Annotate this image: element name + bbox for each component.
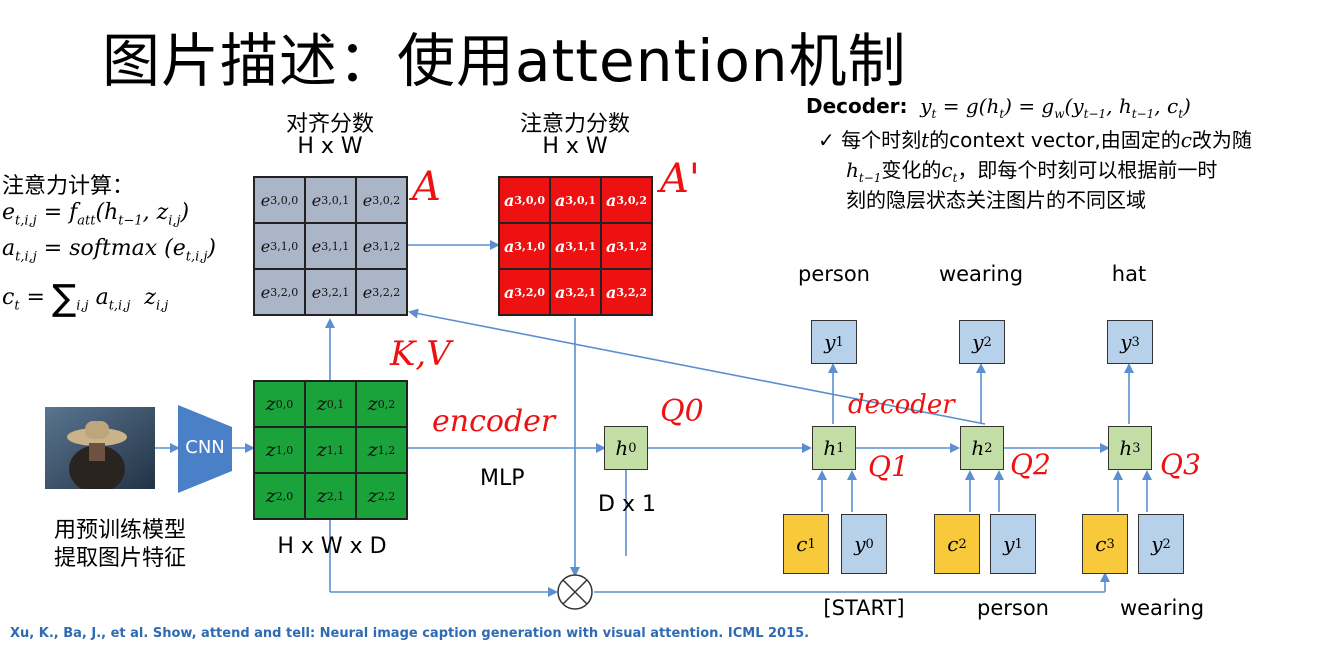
- output-word-3: hat: [1111, 262, 1147, 286]
- hidden-state-h0: h0: [604, 426, 648, 470]
- formula-softmax: at,i,j = softmax (et,i,j): [2, 236, 217, 265]
- grid-cell: a 3,1,0: [499, 223, 550, 269]
- h0-dims: D x 1: [598, 492, 656, 517]
- hidden-state-h2: h2: [960, 426, 1004, 470]
- cnn-label: CNN: [185, 437, 225, 458]
- context-c3: c3: [1082, 514, 1128, 574]
- annotation-q1: Q1: [868, 450, 909, 483]
- output-word-1: person: [798, 262, 870, 286]
- annotation-a-prime: A': [660, 156, 700, 202]
- output-y3: y3: [1107, 320, 1153, 364]
- grid-cell: a 3,0,0: [499, 177, 550, 223]
- decoder-note-line2: ht−1变化的ct，即每个时刻可以根据前一时: [846, 158, 1218, 185]
- formula-alignment: et,i,j = fatt(ht−1, zi,j): [2, 200, 190, 229]
- annotation-q2: Q2: [1010, 448, 1051, 481]
- grid-cell: z 2,2: [356, 473, 407, 519]
- grid-cell: e 3,0,1: [305, 177, 356, 223]
- feature-grid: z 0,0 z 0,1 z 0,2 z 1,0 z 1,1 z 1,2 z 2,0 z 2,1 …: [253, 380, 408, 520]
- alignment-score-grid: e 3,0,0 e 3,0,1 e 3,0,2 e 3,1,0 e 3,1,1 e 3,1,…: [253, 176, 408, 316]
- grid-cell: z 1,0: [254, 427, 305, 473]
- feature-dims: H x W x D: [277, 534, 387, 559]
- context-c1: c1: [783, 514, 829, 574]
- grid-cell: e 3,2,0: [254, 269, 305, 315]
- grid-cell: z 2,0: [254, 473, 305, 519]
- grid-cell: a 3,2,2: [601, 269, 652, 315]
- grid-cell: z 1,2: [356, 427, 407, 473]
- multiply-node: [557, 574, 593, 610]
- input-word-2: person: [977, 596, 1049, 620]
- decoder-equation: Decoder: yt = g(ht) = gw(yt−1, ht−1, ct): [806, 94, 1191, 121]
- hidden-state-h3: h3: [1108, 426, 1152, 470]
- context-c2: c2: [934, 514, 980, 574]
- grid-cell: z 0,0: [254, 381, 305, 427]
- annotation-encoder: encoder: [432, 404, 556, 439]
- grid-cell: e 3,1,2: [356, 223, 407, 269]
- alignment-scores-dims: H x W: [297, 134, 363, 159]
- output-y1: y1: [811, 320, 857, 364]
- grid-cell: z 2,1: [305, 473, 356, 519]
- annotation-kv: K,V: [390, 334, 451, 374]
- annotation-decoder: decoder: [848, 390, 955, 420]
- input-y0: y0: [841, 514, 887, 574]
- grid-cell: a 3,2,1: [550, 269, 601, 315]
- annotation-q0: Q0: [660, 394, 704, 429]
- grid-cell: e 3,1,1: [305, 223, 356, 269]
- input-y2: y2: [1138, 514, 1184, 574]
- decoder-note-line1: ✓ 每个时刻t的context vector,由固定的c改为随: [818, 128, 1252, 152]
- input-y1: y1: [990, 514, 1036, 574]
- grid-cell: e 3,2,2: [356, 269, 407, 315]
- grid-cell: a 3,1,1: [550, 223, 601, 269]
- output-word-2: wearing: [938, 262, 1024, 286]
- attention-score-grid: a 3,0,0 a 3,0,1 a 3,0,2 a 3,1,0 a 3,1,1 a 3,1,…: [498, 176, 653, 316]
- grid-cell: z 1,1: [305, 427, 356, 473]
- grid-cell: a 3,2,0: [499, 269, 550, 315]
- grid-cell: a 3,0,2: [601, 177, 652, 223]
- grid-cell: a 3,0,1: [550, 177, 601, 223]
- hidden-state-h1: h1: [812, 426, 856, 470]
- check-icon: ✓: [818, 128, 835, 152]
- decoder-label: Decoder:: [806, 94, 908, 118]
- mlp-label: MLP: [480, 466, 525, 491]
- grid-cell: z 0,2: [356, 381, 407, 427]
- grid-cell: e 3,1,0: [254, 223, 305, 269]
- annotation-a: A: [412, 164, 441, 210]
- grid-cell: e 3,0,2: [356, 177, 407, 223]
- annotation-q3: Q3: [1160, 448, 1201, 481]
- output-y2: y2: [959, 320, 1005, 364]
- pretrained-caption-line2: 提取图片特征: [53, 546, 186, 571]
- reference-citation: Xu, K., Ba, J., et al. Show, attend and …: [10, 626, 810, 641]
- grid-cell: z 0,1: [305, 381, 356, 427]
- grid-cell: a 3,1,2: [601, 223, 652, 269]
- decoder-note-line3: 刻的隐层状态关注图片的不同区域: [846, 188, 1146, 212]
- attention-scores-dims: H x W: [542, 134, 608, 159]
- input-image: [45, 407, 155, 489]
- formula-context: ct = ∑i,j at,i,j zi,j: [2, 278, 169, 319]
- attention-calc-heading: 注意力计算：: [2, 174, 135, 199]
- grid-cell: e 3,2,1: [305, 269, 356, 315]
- grid-cell: e 3,0,0: [254, 177, 305, 223]
- input-word-1: [START]: [823, 596, 905, 620]
- input-word-3: wearing: [1119, 596, 1205, 620]
